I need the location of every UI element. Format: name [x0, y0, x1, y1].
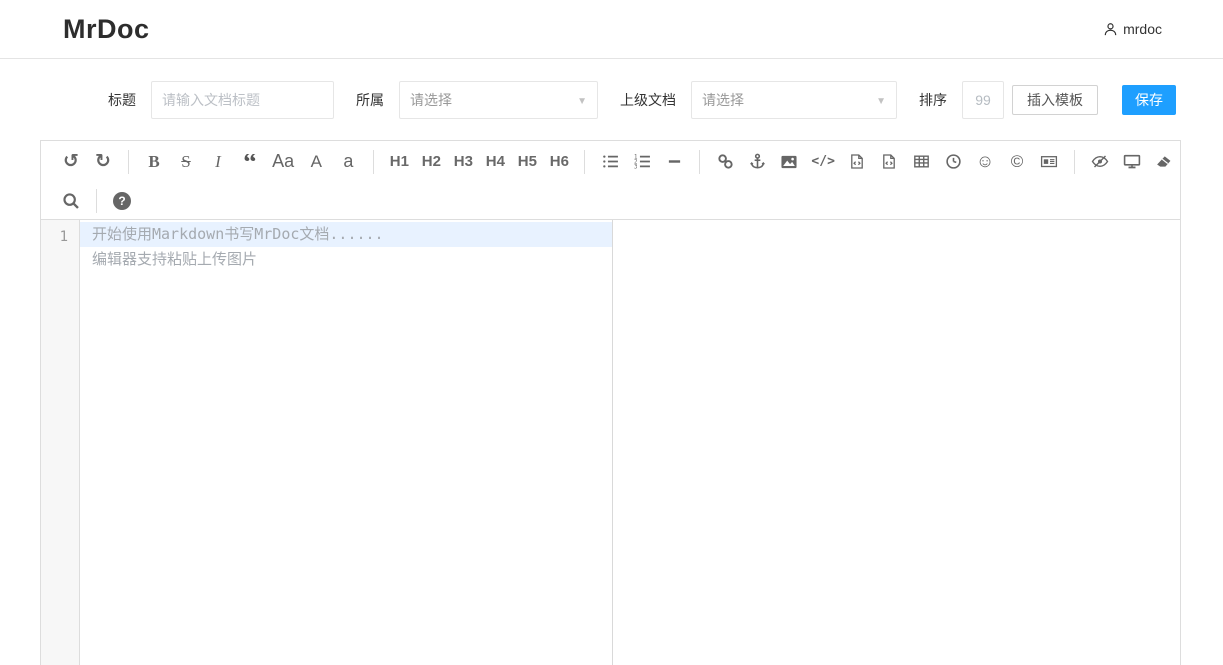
markdown-editor: ↺ ↻ B S I “ Aa A a H1 H2 H3 H4 H5 H6 1 2… [40, 140, 1181, 665]
undo-icon[interactable]: ↺ [62, 149, 80, 175]
anchor-icon[interactable] [748, 149, 766, 175]
link-icon[interactable] [716, 149, 734, 175]
help-icon[interactable]: ? [113, 188, 131, 214]
h4-button[interactable]: H4 [486, 149, 504, 175]
line-number: 1 [41, 220, 79, 250]
italic-icon[interactable]: I [209, 149, 227, 175]
list-ul-icon[interactable] [601, 149, 619, 175]
h5-button[interactable]: H5 [518, 149, 536, 175]
app-logo[interactable]: MrDoc [63, 14, 150, 45]
sort-input[interactable] [962, 81, 1004, 119]
placeholder-line-1: 开始使用Markdown书写MrDoc文档...... [80, 222, 612, 247]
clear-icon[interactable] [1155, 149, 1173, 175]
strikethrough-icon[interactable]: S [177, 149, 195, 175]
h6-button[interactable]: H6 [550, 149, 568, 175]
title-label: 标题 [108, 90, 136, 110]
datetime-icon[interactable] [944, 149, 962, 175]
uppercase-icon[interactable]: A [307, 149, 325, 175]
editor-body: 1 开始使用Markdown书写MrDoc文档...... 编辑器支持粘贴上传图… [41, 219, 1180, 665]
user-icon [1103, 22, 1118, 37]
lowercase-icon[interactable]: a [339, 149, 357, 175]
toolbar-divider [128, 150, 129, 174]
h3-button[interactable]: H3 [454, 149, 472, 175]
ucwords-icon[interactable]: Aa [273, 149, 293, 175]
code-block-icon[interactable] [880, 149, 898, 175]
search-icon[interactable] [62, 188, 80, 214]
insert-template-button[interactable]: 插入模板 [1012, 85, 1098, 115]
toolbar-divider [96, 189, 97, 213]
top-header: MrDoc mrdoc [0, 0, 1223, 59]
toolbar-divider [699, 150, 700, 174]
placeholder-line-2: 编辑器支持粘贴上传图片 [80, 247, 612, 272]
quote-icon[interactable]: “ [241, 154, 259, 170]
save-button[interactable]: 保存 [1122, 85, 1176, 115]
user-menu[interactable]: mrdoc [1103, 21, 1162, 37]
redo-icon[interactable]: ↻ [94, 149, 112, 175]
sort-label: 排序 [919, 90, 947, 110]
chevron-down-icon: ▼ [577, 96, 587, 107]
h1-button[interactable]: H1 [390, 149, 408, 175]
table-icon[interactable] [912, 149, 930, 175]
doc-form: 标题 所属 请选择 ▼ 上级文档 请选择 ▼ 排序 插入模板 保存 [0, 81, 1223, 119]
toolbar-divider [1074, 150, 1075, 174]
line-number-gutter: 1 [41, 220, 80, 665]
emoji-icon[interactable]: ☺ [976, 149, 994, 175]
pagebreak-icon[interactable] [1040, 149, 1058, 175]
project-select-value: 请选择 [410, 90, 452, 110]
html-entities-icon[interactable]: © [1008, 149, 1026, 175]
title-input[interactable] [151, 81, 334, 119]
project-label: 所属 [356, 90, 384, 110]
username-label: mrdoc [1123, 21, 1162, 37]
help-question-glyph: ? [113, 192, 131, 210]
preview-pane [613, 220, 1180, 665]
image-icon[interactable] [780, 149, 798, 175]
parent-doc-select[interactable]: 请选择 ▼ [691, 81, 897, 119]
horizontal-rule-icon[interactable] [665, 149, 683, 175]
parent-doc-select-value: 请选择 [702, 90, 744, 110]
preview-icon[interactable] [1123, 149, 1141, 175]
watch-icon[interactable] [1091, 149, 1109, 175]
markdown-input-area[interactable]: 开始使用Markdown书写MrDoc文档...... 编辑器支持粘贴上传图片 [80, 220, 613, 665]
parent-doc-label: 上级文档 [620, 90, 676, 110]
toolbar-divider [584, 150, 585, 174]
toolbar-divider [373, 150, 374, 174]
editor-toolbar-row2: ? [41, 182, 1180, 219]
code-icon[interactable]: </> [812, 149, 834, 175]
svg-text:3: 3 [634, 165, 638, 170]
editor-toolbar-row1: ↺ ↻ B S I “ Aa A a H1 H2 H3 H4 H5 H6 1 2… [41, 141, 1180, 182]
bold-icon[interactable]: B [145, 149, 163, 175]
list-ol-icon[interactable]: 1 2 3 [633, 149, 651, 175]
preformatted-text-icon[interactable] [848, 149, 866, 175]
h2-button[interactable]: H2 [422, 149, 440, 175]
chevron-down-icon: ▼ [876, 96, 886, 107]
project-select[interactable]: 请选择 ▼ [399, 81, 598, 119]
